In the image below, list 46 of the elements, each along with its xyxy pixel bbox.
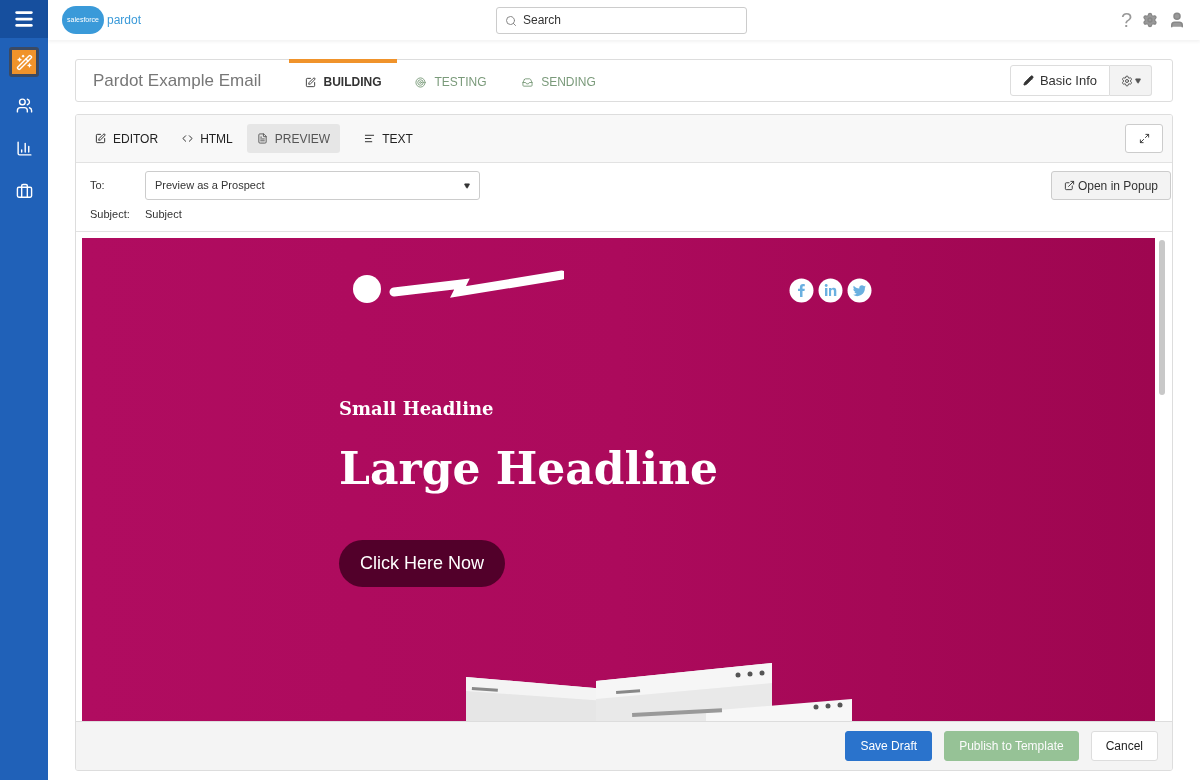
external-link-icon [1063,180,1075,191]
cta-button[interactable]: Click Here Now [339,539,506,587]
subject-label: Subject: [90,207,131,222]
editor-tab[interactable]: EDITOR [85,124,169,153]
editor-tab[interactable]: HTML [172,124,243,153]
lines-icon [364,133,376,144]
twitter-icon[interactable] [847,277,872,303]
wand-icon [15,53,33,71]
bar-chart-icon [15,139,33,157]
linkedin-icon[interactable] [818,277,843,303]
cancel-button[interactable]: Cancel [1090,731,1158,761]
search-icon [505,14,517,27]
email-title: Pardot Example Email [93,69,263,92]
users-icon [15,96,33,114]
gear-icon [1120,74,1133,87]
pencil-icon [1022,75,1034,86]
briefcase-icon [15,182,33,200]
to-label: To: [90,178,106,194]
logo-text: pardot [107,12,142,29]
facebook-icon[interactable] [789,277,814,303]
settings-dropdown-button[interactable] [1110,65,1152,96]
search-field[interactable]: Search [496,6,747,34]
edit-icon [95,133,106,144]
save-button[interactable]: Save Draft [845,731,933,761]
target-icon [415,76,427,88]
caret-icon [1134,77,1141,84]
file-icon [256,133,268,144]
menu-button[interactable] [0,0,48,38]
basic-info-button[interactable]: Basic Info [1009,65,1110,96]
caret-icon [464,182,470,189]
code-icon [182,133,194,144]
stage-tab[interactable]: BUILDING [289,58,397,102]
open-popup-button[interactable]: Open in Popup [1050,171,1171,200]
expand-icon [1138,133,1150,144]
nav-item[interactable] [9,47,39,77]
large-headline: Large Headline [339,441,718,496]
subject-value: Subject [145,207,182,222]
inbox-icon [522,76,534,88]
settings-icon[interactable] [1142,12,1158,28]
editor-tab[interactable]: PREVIEW [246,124,341,153]
user-icon[interactable] [1168,11,1186,29]
editor-tab[interactable]: TEXT [354,124,423,153]
menu-icon [13,8,35,30]
edit-icon [304,76,316,88]
small-headline: Small Headline [339,396,494,421]
recipient-select[interactable]: Preview as a Prospect [145,171,480,200]
